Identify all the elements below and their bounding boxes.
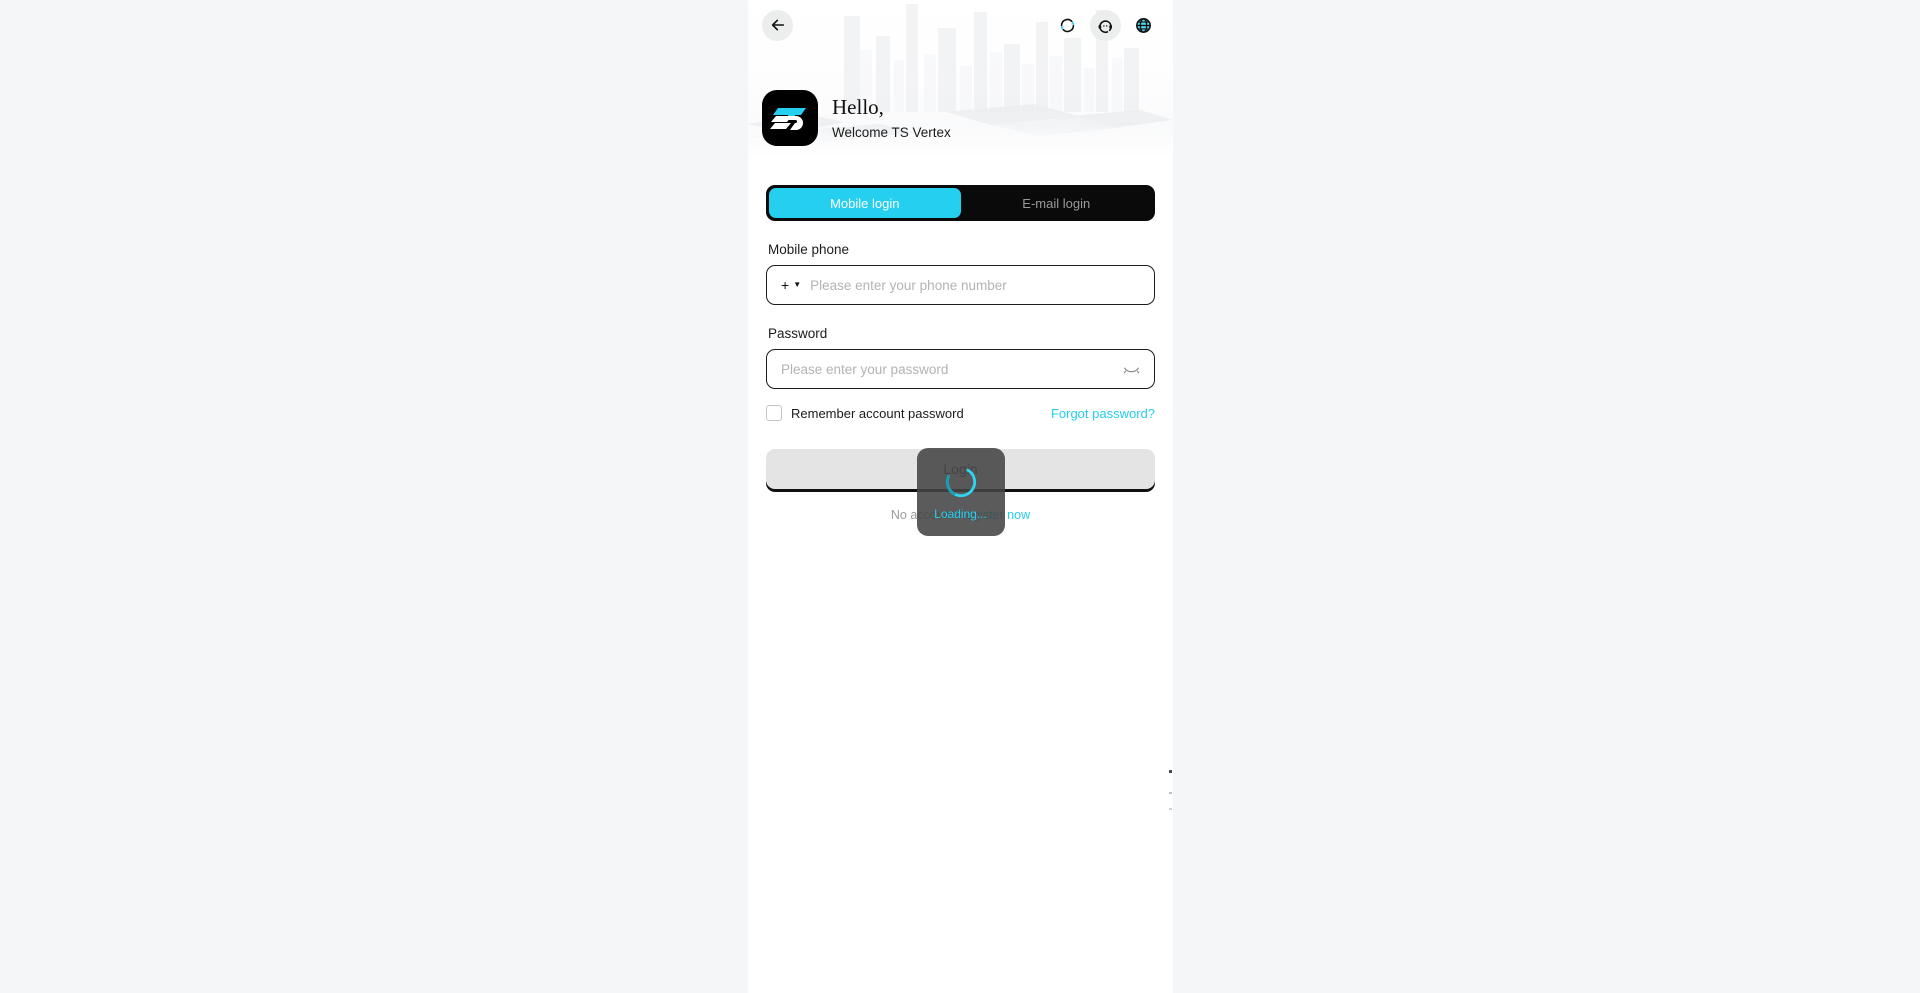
support-button[interactable]	[1090, 9, 1121, 41]
forgot-password-link[interactable]: Forgot password?	[1051, 406, 1155, 421]
remember-password-checkbox[interactable]	[766, 405, 782, 421]
country-code-value: +	[781, 277, 790, 293]
language-button[interactable]	[1128, 10, 1159, 41]
refresh-icon	[1060, 18, 1075, 32]
phone-label: Mobile phone	[768, 242, 850, 257]
brand-text: Hello, Welcome TS Vertex	[832, 96, 951, 140]
brand-row: Hello, Welcome TS Vertex	[762, 90, 951, 146]
options-row: Remember account password Forgot passwor…	[766, 405, 1155, 421]
eye-off-icon	[1123, 367, 1140, 373]
chevron-down-icon: ▼	[793, 280, 802, 289]
login-mode-tabs: Mobile login E-mail login	[766, 185, 1155, 221]
scroll-mark-2	[1169, 792, 1172, 794]
remember-password-label[interactable]: Remember account password	[791, 406, 964, 421]
app-viewport: Hello, Welcome TS Vertex Mobile login E-…	[748, 0, 1173, 993]
refresh-button[interactable]	[1052, 10, 1083, 41]
password-input-group[interactable]: Please enter your password	[766, 349, 1155, 389]
app-logo	[762, 90, 818, 146]
tab-email-login[interactable]: E-mail login	[961, 188, 1153, 218]
back-arrow-icon	[771, 19, 784, 31]
phone-input[interactable]: Please enter your phone number	[810, 278, 1140, 293]
password-input[interactable]: Please enter your password	[781, 362, 1123, 377]
top-bar	[748, 9, 1173, 41]
ts-logo-icon	[770, 108, 806, 130]
phone-input-group[interactable]: + ▼ Please enter your phone number	[766, 265, 1155, 305]
scroll-mark-3	[1169, 808, 1172, 810]
support-icon	[1098, 19, 1112, 33]
loading-spinner-icon	[945, 466, 976, 497]
back-button[interactable]	[762, 9, 793, 41]
scroll-mark-1	[1169, 770, 1172, 773]
password-label: Password	[768, 326, 828, 341]
password-visibility-toggle[interactable]	[1123, 364, 1140, 375]
welcome-text: Welcome TS Vertex	[832, 125, 951, 140]
loading-text: Loading...	[934, 506, 987, 521]
country-code-selector[interactable]: + ▼	[781, 277, 801, 293]
hero-banner: Hello, Welcome TS Vertex	[748, 0, 1173, 164]
tab-mobile-login[interactable]: Mobile login	[769, 188, 961, 218]
language-globe-icon	[1136, 17, 1151, 33]
loading-toast: Loading...	[916, 448, 1005, 536]
greeting-text: Hello,	[832, 95, 884, 119]
